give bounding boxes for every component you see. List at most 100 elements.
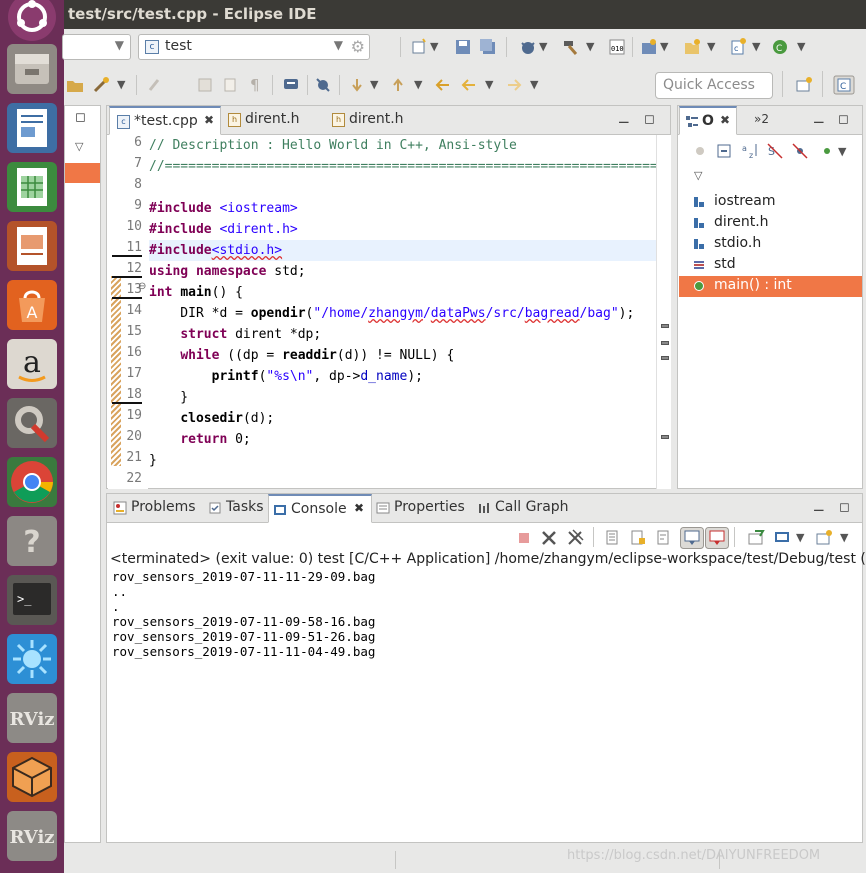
terminal-icon[interactable]: >_: [7, 575, 57, 625]
close-icon[interactable]: ✖: [204, 113, 214, 127]
chevron-down-icon[interactable]: ▼: [752, 40, 760, 53]
launch-mode-combo[interactable]: ▼: [62, 34, 131, 60]
back-icon[interactable]: [460, 76, 478, 94]
tab-test-cpp[interactable]: c *test.cpp ✖: [109, 106, 221, 135]
tab-console[interactable]: Console ✖: [268, 494, 372, 523]
more-views-tab[interactable]: »2: [754, 112, 769, 126]
system-settings-icon[interactable]: [7, 398, 57, 448]
files-icon[interactable]: [7, 44, 57, 94]
remove-launch-icon[interactable]: [540, 529, 558, 547]
selected-project-row[interactable]: [65, 163, 100, 183]
chevron-down-icon[interactable]: ▼: [530, 78, 538, 91]
chevron-down-icon[interactable]: ▼: [414, 78, 422, 91]
quick-access-field[interactable]: Quick Access: [655, 72, 773, 99]
chevron-down-icon[interactable]: ▼: [485, 78, 493, 91]
minimize-icon[interactable]: ⚊: [618, 112, 630, 127]
outline-item-stdio[interactable]: stdio.h: [679, 234, 862, 255]
tab-outline[interactable]: O ✖: [679, 106, 737, 135]
overview-ruler[interactable]: [656, 135, 671, 489]
tab-dirent-h-2[interactable]: h dirent.h: [325, 106, 429, 135]
show-whitespace-icon[interactable]: ¶: [250, 76, 260, 94]
tab-tasks[interactable]: Tasks: [204, 494, 268, 523]
launch-config-combo[interactable]: c test ▼ ⚙: [138, 34, 370, 60]
save-icon[interactable]: [454, 38, 472, 56]
chevron-down-icon[interactable]: ▼: [797, 40, 805, 53]
display-console-icon[interactable]: [773, 529, 791, 547]
software-center-icon[interactable]: A: [7, 280, 57, 330]
tab-dirent-h-1[interactable]: h dirent.h: [221, 106, 325, 135]
toggle-mark-icon[interactable]: [196, 76, 214, 94]
chevron-down-icon[interactable]: ▼: [840, 531, 848, 544]
word-wrap-icon[interactable]: [655, 529, 673, 547]
last-edit-icon[interactable]: [434, 76, 452, 94]
libreoffice-calc-icon[interactable]: [7, 162, 57, 212]
chevron-down-icon[interactable]: ▼: [539, 40, 547, 53]
chevron-down-icon[interactable]: ▼: [796, 531, 804, 544]
outline-item-dirent[interactable]: dirent.h: [679, 213, 862, 234]
binary-icon[interactable]: 010: [608, 38, 626, 56]
rviz-icon-2[interactable]: RViz: [7, 811, 57, 861]
new-class-icon[interactable]: C: [771, 38, 789, 56]
close-icon[interactable]: ✖: [354, 501, 364, 515]
maximize-icon[interactable]: ◻: [75, 110, 86, 125]
chevron-down-icon[interactable]: ▼: [707, 40, 715, 53]
hide-static-icon[interactable]: S: [766, 142, 784, 160]
comment-icon[interactable]: [282, 76, 300, 94]
open-perspective-icon[interactable]: [795, 76, 813, 94]
save-all-icon[interactable]: [479, 38, 497, 56]
terminate-icon[interactable]: [515, 529, 533, 547]
outline-item-main[interactable]: main() : int: [679, 276, 862, 297]
ruler-marker[interactable]: [661, 435, 669, 439]
outline-item-iostream[interactable]: iostream: [679, 192, 862, 213]
tab-properties[interactable]: Properties: [372, 494, 472, 523]
chrome-icon[interactable]: [7, 457, 57, 507]
open-console-icon[interactable]: [815, 529, 833, 547]
new-source-file-icon[interactable]: c: [729, 38, 747, 56]
libreoffice-impress-icon[interactable]: [7, 221, 57, 271]
help-icon[interactable]: ?: [7, 516, 57, 566]
scroll-lock-icon[interactable]: [629, 529, 647, 547]
rviz-icon[interactable]: RViz: [7, 693, 57, 743]
debug-icon[interactable]: [519, 38, 537, 56]
copy-build-log-icon[interactable]: [604, 529, 622, 547]
prev-annotation-icon[interactable]: [389, 76, 407, 94]
fold-toggle-icon[interactable]: ⊖: [138, 281, 146, 292]
chevron-down-icon[interactable]: ▼: [838, 145, 846, 158]
cpp-perspective-icon[interactable]: C: [833, 75, 855, 95]
chevron-down-icon[interactable]: ▽: [75, 140, 83, 153]
show-on-output-icon[interactable]: [680, 527, 704, 549]
highlight-icon[interactable]: [146, 76, 164, 94]
next-annotation-icon[interactable]: [348, 76, 366, 94]
pin-console-icon[interactable]: [747, 529, 765, 547]
new-project-icon[interactable]: [640, 38, 658, 56]
minimize-icon[interactable]: ⚊: [813, 500, 825, 515]
eclipse-app-icon[interactable]: [7, 634, 57, 684]
code-area[interactable]: // Description : Hello World in C++, Ans…: [149, 135, 656, 489]
build-hammer-icon[interactable]: [562, 38, 580, 56]
hide-fields-icon[interactable]: [691, 142, 709, 160]
amazon-icon[interactable]: a: [7, 339, 57, 389]
chevron-down-icon[interactable]: ▼: [586, 40, 594, 53]
ruler-marker[interactable]: [661, 356, 669, 360]
remove-all-launches-icon[interactable]: [566, 529, 584, 547]
forward-icon[interactable]: [505, 76, 523, 94]
ruler-marker[interactable]: [661, 341, 669, 345]
outline-item-std[interactable]: std: [679, 255, 862, 276]
chevron-down-icon[interactable]: ▼: [370, 78, 378, 91]
sort-icon[interactable]: az: [741, 142, 759, 160]
close-icon[interactable]: ✖: [720, 113, 730, 127]
filter-icon[interactable]: [821, 142, 839, 160]
tab-problems[interactable]: Problems: [109, 494, 204, 523]
new-folder-icon[interactable]: [683, 38, 701, 56]
open-folder-icon[interactable]: [66, 76, 84, 94]
package-icon[interactable]: [7, 752, 57, 802]
block-select-icon[interactable]: [221, 76, 239, 94]
wand-icon[interactable]: [92, 76, 110, 94]
show-on-error-icon[interactable]: [705, 527, 729, 549]
maximize-icon[interactable]: ◻: [644, 112, 655, 127]
maximize-icon[interactable]: ◻: [839, 500, 850, 515]
ubuntu-dash-icon[interactable]: [7, 0, 57, 42]
skip-breakpoints-icon[interactable]: [314, 76, 332, 94]
hide-non-public-icon[interactable]: [791, 142, 809, 160]
collapse-all-icon[interactable]: [716, 142, 734, 160]
